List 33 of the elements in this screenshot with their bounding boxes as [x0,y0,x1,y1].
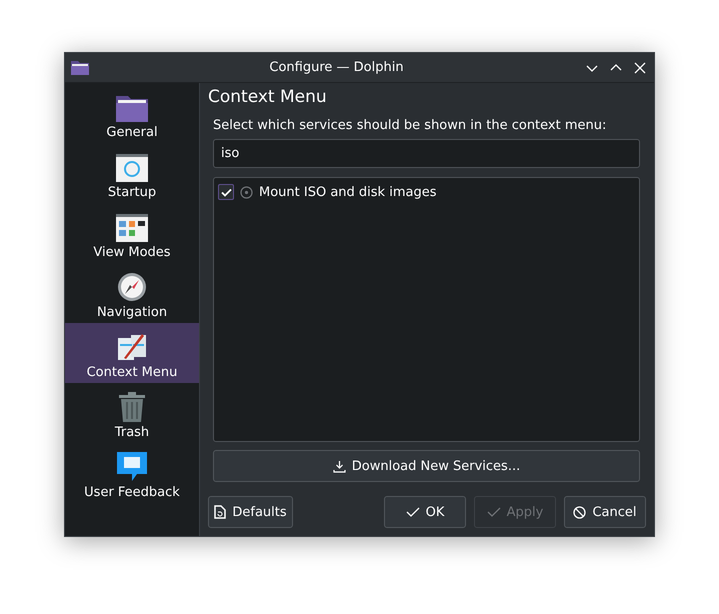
close-icon[interactable] [632,60,648,76]
page-title: Context Menu [208,87,328,107]
cancel-icon [573,506,586,518]
window-icon [116,214,148,242]
trash-icon [118,392,146,422]
cancel-button[interactable]: Cancel [564,496,646,528]
sidebar-item[interactable]: Context Menu [65,323,199,383]
window-title: Configure — Dolphin [268,60,405,75]
service-label: Mount ISO and disk images [259,184,436,200]
ok-button[interactable]: OK [384,496,466,528]
search-field[interactable]: iso [213,139,640,168]
instruction-text: Select which services should be shown in the context menu: [213,118,608,133]
download-icon [332,460,346,472]
sidebar-item[interactable]: User Feedback [65,443,199,503]
sidebar-item[interactable]: General [65,83,199,143]
sidebar-item[interactable]: Trash [65,383,199,443]
checkmark-icon [406,507,420,517]
window-icon [116,154,148,182]
checkmark-icon [220,188,232,196]
folder-icon [116,94,148,122]
checkmark-icon [486,507,501,517]
folder-icon [71,60,89,74]
sidebar-item[interactable]: Startup [65,143,199,203]
document-icon [116,332,148,362]
sidebar-item[interactable]: View Modes [65,203,199,263]
compass-icon [117,272,147,302]
disc-icon [240,186,253,198]
sidebar-item[interactable]: Navigation [65,263,199,323]
checkbox[interactable] [218,184,234,200]
defaults-button[interactable]: Defaults [208,496,293,528]
document-icon [214,505,226,519]
download-button[interactable]: Download New Services... [213,450,640,482]
speech-bubble-icon [117,452,147,482]
